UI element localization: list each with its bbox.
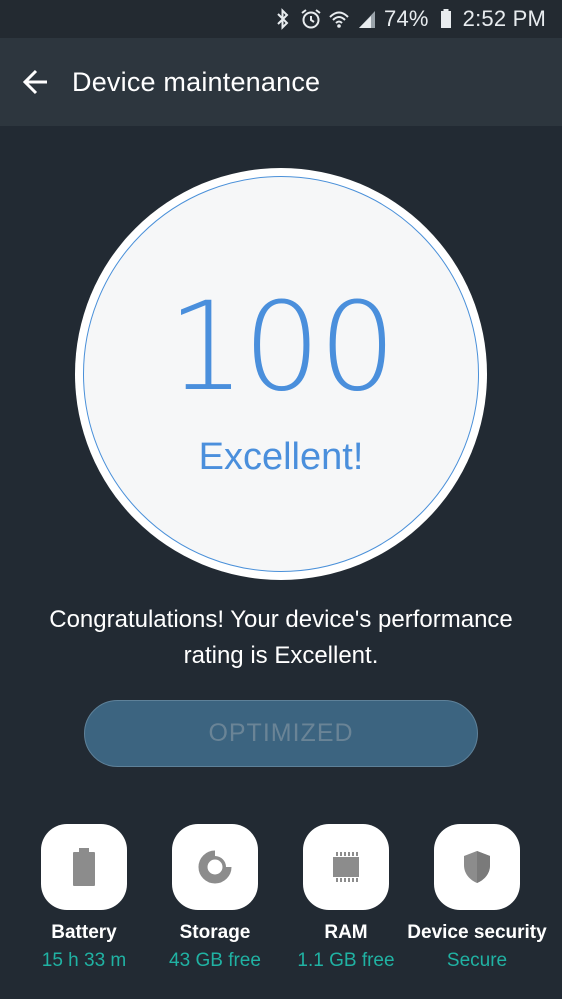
ram-tile[interactable]: RAM 1.1 GB free	[276, 824, 416, 972]
battery-tile-icon-box[interactable]	[41, 824, 127, 910]
optimize-button[interactable]: OPTIMIZED	[84, 700, 478, 767]
battery-icon	[435, 8, 457, 30]
storage-label: Storage	[179, 922, 251, 943]
signal-icon	[356, 8, 378, 30]
device-security-value: Secure	[446, 950, 508, 971]
score-circle: 100 Excellent!	[75, 168, 487, 580]
app-bar: Device maintenance	[0, 38, 562, 126]
device-security-tile-icon-box[interactable]	[434, 824, 520, 910]
score-rating: Excellent!	[198, 436, 364, 478]
ram-value: 1.1 GB free	[297, 950, 395, 971]
ram-label: RAM	[324, 922, 368, 943]
device-security-tile[interactable]: Device security Secure	[407, 824, 547, 972]
storage-icon	[198, 850, 232, 884]
shield-icon	[464, 851, 490, 883]
bluetooth-icon	[272, 8, 294, 30]
battery-label: Battery	[51, 922, 117, 943]
battery-icon	[73, 848, 95, 886]
device-maintenance-screen: 74% 2:52 PM Device maintenance 100 Excel…	[0, 0, 562, 999]
battery-tile[interactable]: Battery 15 h 33 m	[14, 824, 154, 972]
storage-value: 43 GB free	[169, 950, 261, 971]
performance-message: Congratulations! Your device's performan…	[49, 606, 513, 669]
device-security-label: Device security	[407, 922, 547, 943]
alarm-icon	[300, 8, 322, 30]
storage-tile[interactable]: Storage 43 GB free	[145, 824, 285, 972]
ram-chip-icon	[333, 852, 359, 882]
page-title: Device maintenance	[72, 66, 321, 97]
status-bar: 74% 2:52 PM	[0, 0, 562, 38]
back-button[interactable]	[0, 38, 72, 126]
maintenance-tiles: Battery 15 h 33 m Storage 43 GB free RAM…	[0, 824, 562, 974]
back-arrow-icon	[22, 69, 47, 95]
storage-tile-icon-box[interactable]	[172, 824, 258, 910]
battery-percent: 74%	[384, 6, 429, 31]
ram-tile-icon-box[interactable]	[303, 824, 389, 910]
score-value: 100	[167, 276, 397, 418]
clock: 2:52 PM	[462, 6, 546, 31]
wifi-icon	[328, 8, 350, 30]
battery-value: 15 h 33 m	[41, 950, 127, 971]
